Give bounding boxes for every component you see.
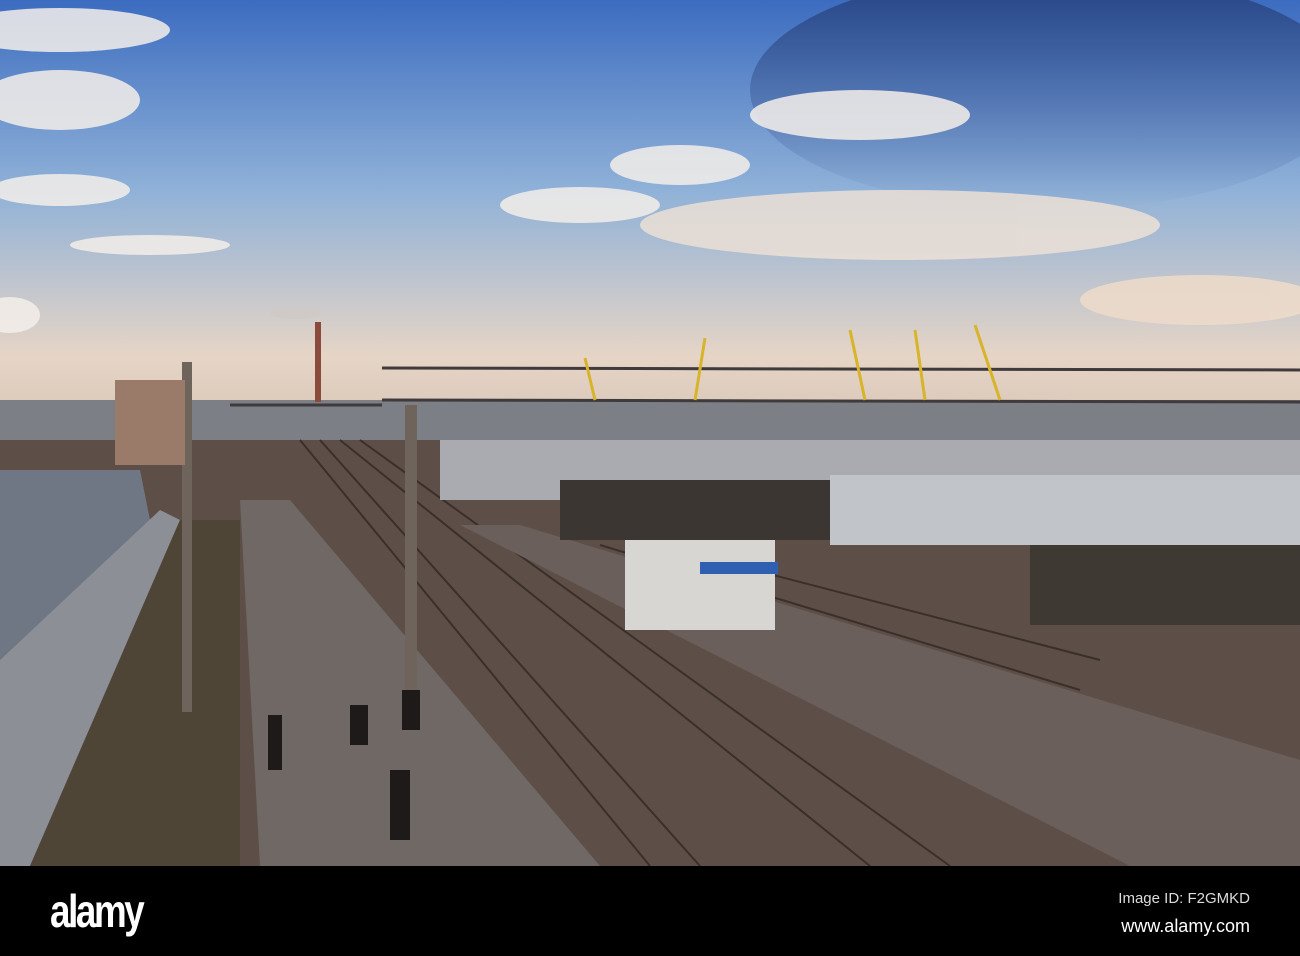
alamy-logo[interactable]: alamy bbox=[50, 884, 145, 938]
smokestack bbox=[315, 322, 321, 402]
rail-cargo-right bbox=[1030, 545, 1300, 625]
smoke bbox=[270, 307, 320, 319]
kiosk bbox=[625, 530, 775, 630]
kiosk-sign bbox=[700, 562, 778, 574]
watermark-footer: alamy Image ID: F2GMKD www.alamy.com bbox=[0, 866, 1300, 956]
railway-station-photo bbox=[0, 0, 1300, 866]
image-id: Image ID: F2GMKD bbox=[1118, 890, 1250, 907]
site-url[interactable]: www.alamy.com bbox=[1121, 916, 1250, 937]
station-building bbox=[115, 380, 185, 465]
photo-frame: alamy Image ID: F2GMKD www.alamy.com bbox=[0, 0, 1300, 956]
rail-cargo bbox=[560, 480, 830, 540]
refrigerator-cars bbox=[830, 475, 1300, 545]
